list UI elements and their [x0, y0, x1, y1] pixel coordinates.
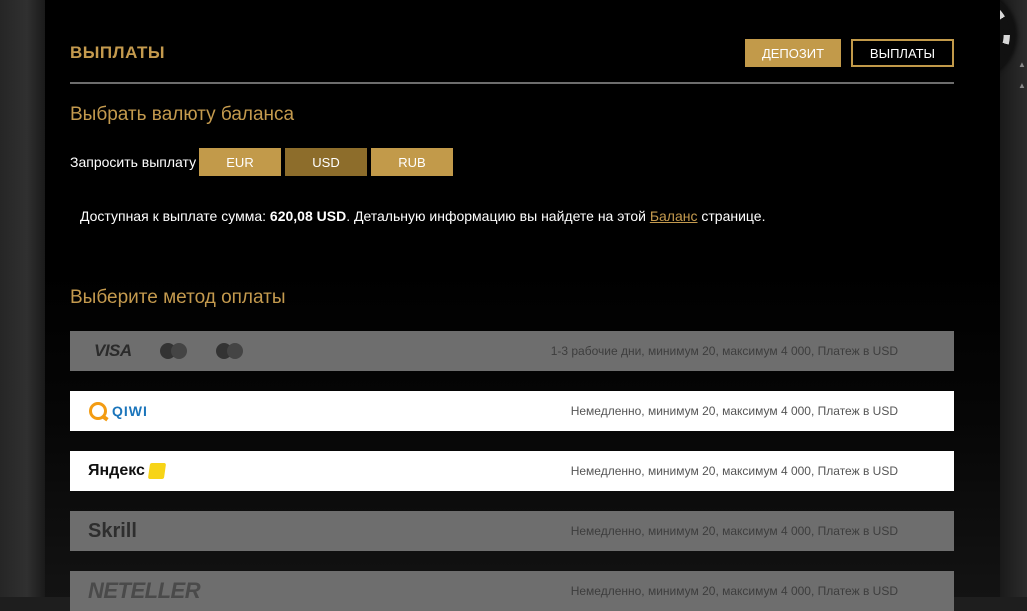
payment-info: Немедленно, минимум 20, максимум 4 000, …: [570, 584, 898, 598]
available-amount: 620,08 USD: [269, 208, 347, 224]
available-prefix: Доступная к выплате сумма:: [80, 208, 270, 224]
payouts-panel: ВЫПЛАТЫ ДЕПОЗИТ ВЫПЛАТЫ Выбрать валюту б…: [45, 0, 1000, 611]
maestro-icon: [216, 331, 244, 371]
payment-method-neteller[interactable]: NETELLER Немедленно, минимум 20, максиму…: [70, 571, 954, 611]
qiwi-text: QIWI: [112, 403, 148, 419]
payment-info: Немедленно, минимум 20, максимум 4 000, …: [570, 524, 898, 538]
yandex-text: Яндекс: [88, 462, 145, 479]
currency-eur-button[interactable]: EUR: [199, 148, 281, 176]
available-suffix: странице.: [697, 208, 766, 224]
payment-section-title: Выберите метод оплаты: [70, 287, 286, 308]
deposit-button[interactable]: ДЕПОЗИТ: [745, 39, 841, 67]
neteller-text: NETELLER: [88, 578, 201, 603]
scroll-up-icon-2[interactable]: ▲: [1018, 81, 1026, 90]
header-divider: [70, 82, 954, 84]
qiwi-icon: [89, 402, 107, 420]
payment-info: Немедленно, минимум 20, максимум 4 000, …: [570, 404, 898, 418]
mastercard-icon: [160, 331, 188, 371]
payment-info: 1-3 рабочие дни, минимум 20, максимум 4 …: [550, 344, 898, 358]
qiwi-logo: QIWI: [89, 391, 148, 431]
currency-usd-button[interactable]: USD: [285, 148, 367, 176]
request-payout-label: Запросить выплату: [70, 154, 197, 170]
visa-logo: VISA: [94, 331, 132, 371]
skrill-text: Skrill: [88, 519, 137, 542]
currency-section-title: Выбрать валюту баланса: [70, 104, 295, 125]
background-left: [0, 0, 45, 597]
available-amount-text: Доступная к выплате сумма: 620,08 USD. Д…: [80, 208, 765, 224]
payouts-button[interactable]: ВЫПЛАТЫ: [851, 39, 954, 67]
yandex-wallet-icon: [147, 463, 167, 479]
payment-method-qiwi[interactable]: QIWI Немедленно, минимум 20, максимум 4 …: [70, 391, 954, 431]
balance-link[interactable]: Баланс: [650, 208, 698, 224]
yandex-logo: Яндекс: [88, 451, 167, 491]
payment-info: Немедленно, минимум 20, максимум 4 000, …: [570, 464, 898, 478]
neteller-logo: NETELLER: [88, 571, 201, 611]
visa-text: VISA: [94, 341, 132, 360]
currency-rub-button[interactable]: RUB: [371, 148, 453, 176]
payment-method-skrill[interactable]: Skrill Немедленно, минимум 20, максимум …: [70, 511, 954, 551]
payment-method-visa[interactable]: VISA 1-3 рабочие дни, минимум 20, максим…: [70, 331, 954, 371]
page-title: ВЫПЛАТЫ: [70, 43, 166, 62]
scroll-up-icon[interactable]: ▲: [1018, 60, 1026, 69]
skrill-logo: Skrill: [88, 511, 137, 551]
payment-method-yandex[interactable]: Яндекс Немедленно, минимум 20, максимум …: [70, 451, 954, 491]
available-middle: . Детальную информацию вы найдете на это…: [346, 208, 650, 224]
